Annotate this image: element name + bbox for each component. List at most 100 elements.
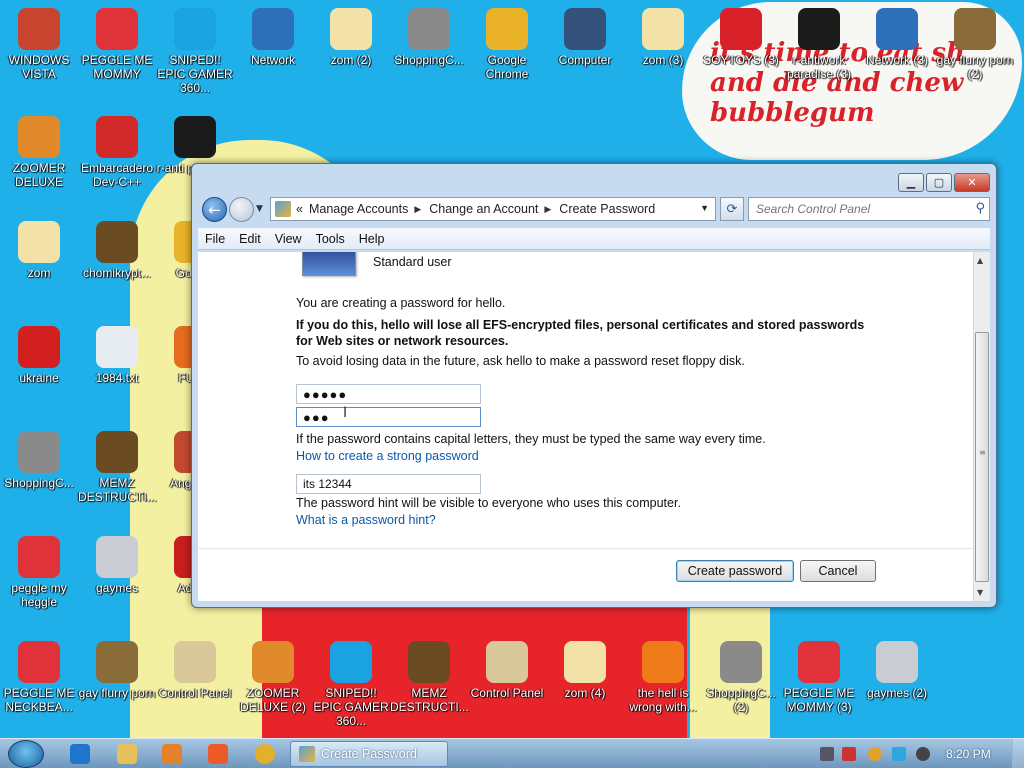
tray-app-icon[interactable] [820, 747, 834, 761]
desktop-icon[interactable]: zom [0, 221, 78, 280]
desktop-icon[interactable]: Control Panel [156, 641, 234, 700]
desktop-icon[interactable]: zom (2) [312, 8, 390, 67]
start-button[interactable] [8, 740, 44, 768]
clock[interactable]: 8:20 PM [946, 747, 991, 761]
cancel-button[interactable]: Cancel [800, 560, 876, 582]
refresh-button[interactable]: ⟳ [720, 197, 744, 221]
refresh-icon: ⟳ [726, 201, 738, 217]
menu-file[interactable]: File [198, 232, 232, 246]
desktop-icon[interactable]: Embarcadero Dev-C++ [78, 116, 156, 189]
desktop-icon-label: PEGGLE ME MOMMY [81, 53, 153, 81]
create-password-button[interactable]: Create password [676, 560, 794, 582]
desktop-icon[interactable]: the hell is wrong with... [624, 641, 702, 714]
divider [198, 548, 973, 549]
desktop-icon[interactable]: ukraine [0, 326, 78, 385]
address-dropdown-icon[interactable]: ▼ [700, 203, 709, 213]
scroll-up-icon[interactable]: ▲ [977, 256, 983, 265]
internet-explorer-icon[interactable] [70, 744, 90, 764]
address-bar[interactable]: « Manage Accounts ▶ Change an Account ▶ … [270, 197, 716, 221]
desktop-icon[interactable]: ShoppingC... [390, 8, 468, 67]
desktop-icon[interactable]: Network (3) [858, 8, 936, 67]
maximize-button[interactable]: ▢ [926, 173, 952, 192]
text-file-icon [96, 326, 138, 368]
peggle-icon [18, 536, 60, 578]
tray-network-icon[interactable] [892, 747, 906, 761]
tray-antivirus-icon[interactable] [842, 747, 856, 761]
desktop-icon[interactable]: peggle my heggle [0, 536, 78, 609]
clock-app-icon [408, 641, 450, 683]
file-explorer-icon[interactable] [117, 744, 137, 764]
desktop-icon[interactable]: gaymes [78, 536, 156, 595]
breadcrumb-separator-icon[interactable]: ▶ [544, 204, 551, 215]
desktop-icon[interactable]: chomikrypt... [78, 221, 156, 280]
password-hint-link[interactable]: What is a password hint? [296, 512, 896, 528]
chrome-icon[interactable] [255, 744, 275, 764]
paint-icon[interactable] [208, 744, 228, 764]
forward-button[interactable] [229, 197, 254, 222]
desktop-icon[interactable]: Network [234, 8, 312, 67]
desktop-icon-label: gay flurry porn (2) [936, 53, 1014, 81]
desktop-icon[interactable]: MEMZ DESTRUCTI... [390, 641, 469, 714]
desktop-icon[interactable]: PEGGLE ME MOMMY (3) [780, 641, 858, 714]
close-button[interactable]: ✕ [954, 173, 990, 192]
scrollbar-thumb[interactable]: ≡ [975, 332, 989, 582]
tray-volume-icon[interactable] [916, 747, 930, 761]
breadcrumb-overflow[interactable]: « [296, 202, 303, 216]
desktop-icon[interactable]: zom (4) [546, 641, 624, 700]
desktop-icon[interactable]: Computer [546, 8, 624, 67]
desktop-icon[interactable]: ZOOMER DELUXE [0, 116, 78, 189]
desktop-icon[interactable]: ShoppingC... [0, 431, 78, 490]
taskbar-create-password[interactable]: Create Password [290, 741, 448, 767]
skype-icon [174, 8, 216, 50]
window-titlebar[interactable]: ▁ ▢ ✕ [192, 164, 996, 194]
breadcrumb-change-account[interactable]: Change an Account [429, 202, 538, 216]
tray-search-icon[interactable] [868, 747, 882, 761]
flower-icon [564, 641, 606, 683]
desktop-icon-label: zom [27, 266, 51, 280]
folder-icon [876, 641, 918, 683]
minimize-button[interactable]: ▁ [898, 173, 924, 192]
desktop-icon[interactable]: MEMZ DESTRUCTI... [78, 431, 157, 504]
desktop-icon[interactable]: SNIPED!! EPIC GAMER 360... [312, 641, 390, 728]
desktop-icon[interactable]: gay flurry porn [78, 641, 156, 700]
search-box[interactable]: ⚲ [748, 197, 990, 221]
search-icon[interactable]: ⚲ [975, 201, 985, 216]
strong-password-link[interactable]: How to create a strong password [296, 448, 896, 464]
desktop-icon[interactable]: r-antiwork paradise (3) [780, 8, 858, 81]
breadcrumb-separator-icon[interactable]: ▶ [414, 204, 421, 215]
new-password-field[interactable]: ●●●●● [296, 384, 481, 404]
control-panel-icon [174, 641, 216, 683]
account-type-label: Standard user [373, 255, 452, 269]
desktop-icon[interactable]: ShoppingC... (2) [702, 641, 780, 714]
desktop-icon[interactable]: SNIPED!! EPIC GAMER 360... [156, 8, 234, 95]
confirm-password-field[interactable]: ●●● [296, 407, 481, 427]
back-button[interactable]: ← [202, 197, 227, 222]
desktop-icon[interactable]: WINDOWS VISTA [0, 8, 78, 81]
menu-tools[interactable]: Tools [309, 232, 352, 246]
menu-edit[interactable]: Edit [232, 232, 268, 246]
desktop-icon[interactable]: 1984.txt [78, 326, 156, 385]
desktop-icon[interactable]: gay flurry porn (2) [936, 8, 1014, 81]
desktop-icon[interactable]: gaymes (2) [858, 641, 936, 700]
desktop-icon[interactable]: Google Chrome [468, 8, 546, 81]
desktop-icon[interactable]: ZOOMER DELUXE (2) [234, 641, 312, 714]
menu-view[interactable]: View [268, 232, 309, 246]
media-player-icon[interactable] [162, 744, 182, 764]
breadcrumb-create-password[interactable]: Create Password [559, 202, 655, 216]
antiwork-icon [174, 116, 216, 158]
desktop-icon[interactable]: SOYTOYS (3) [702, 8, 780, 67]
desktop-icon[interactable]: PEGGLE ME NECKBEA... [0, 641, 78, 714]
scroll-down-icon[interactable]: ▼ [977, 588, 983, 597]
desktop-icon[interactable]: PEGGLE ME MOMMY [78, 8, 156, 81]
recent-pages-dropdown[interactable]: ▼ [256, 204, 266, 214]
desktop-icon[interactable]: zom (3) [624, 8, 702, 67]
search-input[interactable] [756, 202, 966, 216]
box-icon [96, 641, 138, 683]
breadcrumb-manage-accounts[interactable]: Manage Accounts [309, 202, 408, 216]
show-desktop-button[interactable] [1012, 739, 1024, 768]
desktop-icon[interactable]: Control Panel [468, 641, 546, 700]
desktop-icon-label: MEMZ DESTRUCTI... [390, 686, 469, 714]
password-hint-field[interactable]: its 12344 [296, 474, 481, 494]
vertical-scrollbar[interactable]: ▲ ≡ ▼ [973, 252, 990, 601]
menu-help[interactable]: Help [352, 232, 392, 246]
